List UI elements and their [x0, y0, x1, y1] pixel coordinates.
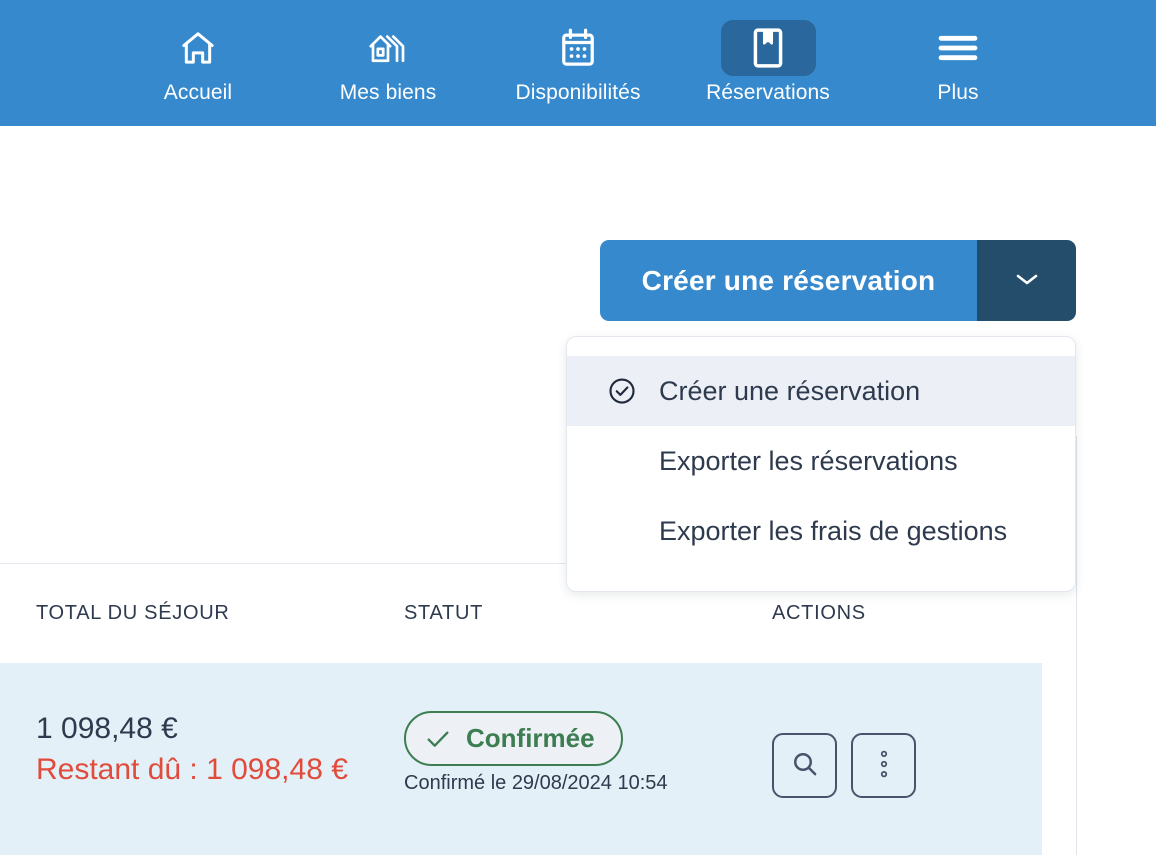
nav-item-mes-biens[interactable]: Mes biens [293, 0, 483, 126]
view-button[interactable] [772, 733, 837, 798]
create-reservation-split-button: Créer une réservation [600, 240, 1076, 321]
hamburger-icon [922, 20, 994, 76]
status-timestamp: Confirmé le 29/08/2024 10:54 [404, 772, 668, 794]
nav-item-plus[interactable]: Plus [863, 0, 1053, 126]
menu-item-creer-une-reservation[interactable]: Créer une réservation [567, 356, 1075, 426]
bookmark-book-icon [720, 20, 816, 76]
create-reservation-dropdown-toggle[interactable] [977, 240, 1076, 321]
create-reservation-button[interactable]: Créer une réservation [600, 240, 977, 321]
search-icon [790, 749, 820, 782]
column-header-total: TOTAL DU SÉJOUR [36, 602, 230, 624]
column-header-actions: ACTIONS [772, 602, 866, 624]
menu-item-exporter-les-frais-de-gestions[interactable]: Exporter les frais de gestions [567, 496, 1075, 566]
nav-label-disponibilites: Disponibilités [515, 81, 641, 104]
app-root: Accueil Mes biens Disponibilités Réserva… [0, 0, 1156, 855]
nav-label-plus: Plus [937, 81, 979, 104]
nav-label-reservations: Réservations [706, 81, 830, 104]
total-amount: 1 098,48 € [36, 712, 178, 745]
menu-item-exporter-les-reservations[interactable]: Exporter les réservations [567, 426, 1075, 496]
table-row[interactable]: 1 098,48 € Restant dû : 1 098,48 € Confi… [0, 663, 1042, 855]
nav-item-disponibilites[interactable]: Disponibilités [483, 0, 673, 126]
cell-total-du-sejour: 1 098,48 € Restant dû : 1 098,48 € [36, 709, 348, 791]
column-header-statut: STATUT [404, 602, 484, 624]
menu-item-label: Exporter les réservations [659, 445, 958, 476]
cell-actions [772, 733, 916, 798]
status-label: Confirmée [466, 723, 595, 753]
nav-item-reservations[interactable]: Réservations [673, 0, 863, 126]
check-circle-icon [605, 374, 639, 408]
status-badge: Confirmée [404, 711, 623, 766]
nav-label-mes-biens: Mes biens [339, 81, 437, 104]
properties-icon [352, 20, 424, 76]
panel-right-border [1076, 436, 1077, 855]
total-remaining-due: Restant dû : 1 098,48 € [36, 753, 348, 786]
create-reservation-dropdown-menu: Créer une réservation Exporter les réser… [566, 336, 1076, 592]
main-navigation-bar: Accueil Mes biens Disponibilités Réserva… [0, 0, 1156, 126]
more-actions-button[interactable] [851, 733, 916, 798]
cell-statut: Confirmée Confirmé le 29/08/2024 10:54 [404, 711, 668, 795]
nav-label-accueil: Accueil [163, 81, 233, 104]
menu-item-label: Créer une réservation [659, 375, 921, 406]
nav-item-accueil[interactable]: Accueil [103, 0, 293, 126]
kebab-menu-icon [879, 748, 889, 783]
menu-item-label: Exporter les frais de gestions [659, 515, 1008, 546]
home-icon [162, 20, 234, 76]
check-icon [424, 727, 452, 751]
page-content: Créer une réservation Créer une réservat… [0, 126, 1156, 855]
chevron-down-icon [1014, 271, 1040, 290]
calendar-icon [542, 20, 614, 76]
